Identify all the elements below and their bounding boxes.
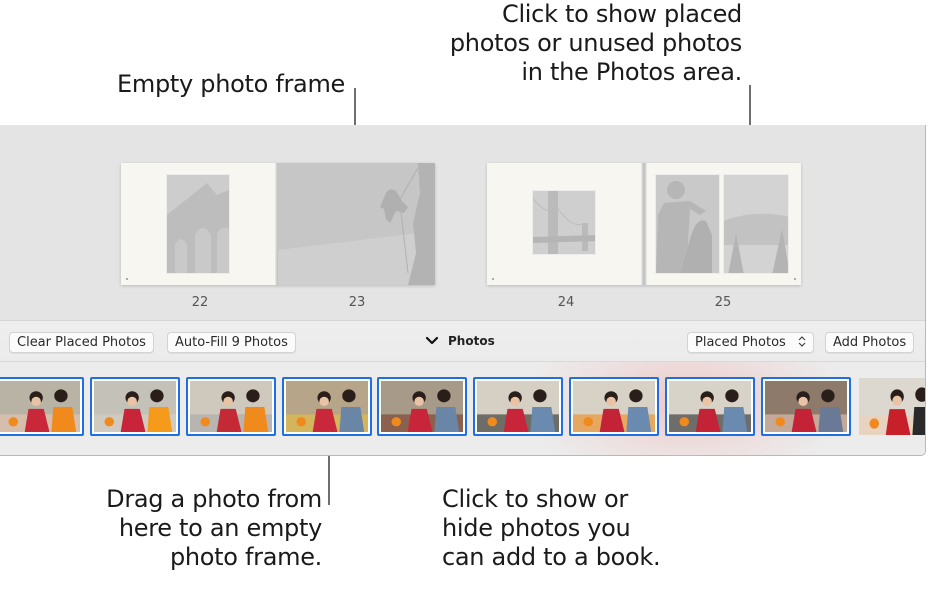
- page-number: 25: [714, 295, 732, 310]
- photo-image: [286, 381, 368, 432]
- photo-thumbnail[interactable]: [761, 377, 851, 436]
- photo-image: [765, 381, 847, 432]
- photo-frame-placeholder[interactable]: [723, 174, 789, 274]
- popup-selected-value: Placed Photos: [695, 335, 786, 350]
- photo-thumbnail[interactable]: [569, 377, 659, 436]
- callout-line: hide photos you: [442, 514, 631, 542]
- clear-placed-photos-button[interactable]: Clear Placed Photos: [9, 332, 154, 353]
- photo-image: [859, 378, 925, 435]
- page-spread: [121, 163, 435, 285]
- book-page-24[interactable]: [487, 163, 644, 285]
- callout-show-hide: Click to show or hide photos you can add…: [442, 485, 742, 572]
- photo-image: [669, 381, 751, 432]
- callout-line: Click to show or: [442, 485, 628, 513]
- page-spread: [487, 163, 801, 285]
- photos-area-toggle[interactable]: Photos: [424, 333, 495, 349]
- callout-line: here to an empty: [118, 514, 322, 542]
- callout-line: Empty photo frame: [117, 70, 345, 98]
- page-folio: [794, 278, 796, 280]
- book-page-23[interactable]: [278, 163, 435, 285]
- photo-thumbnail[interactable]: [859, 378, 925, 435]
- callout-empty-frame: Empty photo frame: [60, 70, 345, 99]
- page-number: 22: [191, 295, 209, 310]
- photo-frame-placeholder[interactable]: [166, 174, 230, 274]
- building-arches-icon: [167, 175, 229, 273]
- up-down-arrows-icon: [798, 335, 806, 350]
- photo-thumbnail[interactable]: [186, 377, 276, 436]
- callout-line: photo frame.: [169, 543, 322, 571]
- photo-image: [573, 381, 655, 432]
- book-pages-canvas: 22 23 24 25: [0, 125, 925, 320]
- book-page-22[interactable]: [121, 163, 278, 285]
- page-number: 24: [557, 295, 575, 310]
- photos-toggle-label: Photos: [448, 334, 495, 348]
- photo-thumbnail[interactable]: [90, 377, 180, 436]
- photo-image: [381, 381, 463, 432]
- page-folio: [126, 278, 128, 280]
- golden-gate-bridge-icon: [533, 191, 595, 254]
- chevron-down-icon: [425, 336, 439, 345]
- photo-image: [190, 381, 272, 432]
- callout-line: Click to show placed: [501, 0, 742, 28]
- photo-thumbnail[interactable]: [282, 377, 372, 436]
- photo-frame-placeholder[interactable]: [655, 174, 720, 274]
- photo-thumbnail[interactable]: [0, 377, 84, 436]
- pine-trees-lake-icon: [724, 175, 788, 273]
- callout-placed-toggle: Click to show placed photos or unused ph…: [380, 0, 742, 87]
- book-page-25[interactable]: [644, 163, 801, 285]
- add-photos-button[interactable]: Add Photos: [825, 332, 915, 353]
- photo-thumbnail[interactable]: [377, 377, 467, 436]
- callout-line: can add to a book.: [442, 543, 661, 571]
- photos-toolbar: Clear Placed Photos Auto-Fill 9 Photos P…: [0, 320, 925, 362]
- photo-thumbnail[interactable]: [473, 377, 563, 436]
- boy-with-dog-icon: [656, 175, 719, 273]
- photo-thumbnail[interactable]: [665, 377, 755, 436]
- photo-image: [94, 381, 176, 432]
- page-number: 23: [348, 295, 366, 310]
- placed-photos-popup[interactable]: Placed Photos: [687, 332, 814, 353]
- callout-line: photos or unused photos: [449, 29, 742, 57]
- callout-line: Drag a photo from: [106, 485, 322, 513]
- callout-drag-photo: Drag a photo from here to an empty photo…: [40, 485, 322, 572]
- page-folio: [492, 278, 494, 280]
- callout-line: in the Photos area.: [521, 58, 742, 86]
- photo-image: [477, 381, 559, 432]
- photos-area[interactable]: [0, 362, 925, 455]
- rock-climber-icon: [278, 163, 435, 285]
- photo-frame-placeholder[interactable]: [532, 190, 596, 255]
- auto-fill-button[interactable]: Auto-Fill 9 Photos: [167, 332, 296, 353]
- photos-book-editor: 22 23 24 25 Clear Placed Photos Auto-Fil…: [0, 125, 926, 456]
- photo-image: [0, 381, 80, 432]
